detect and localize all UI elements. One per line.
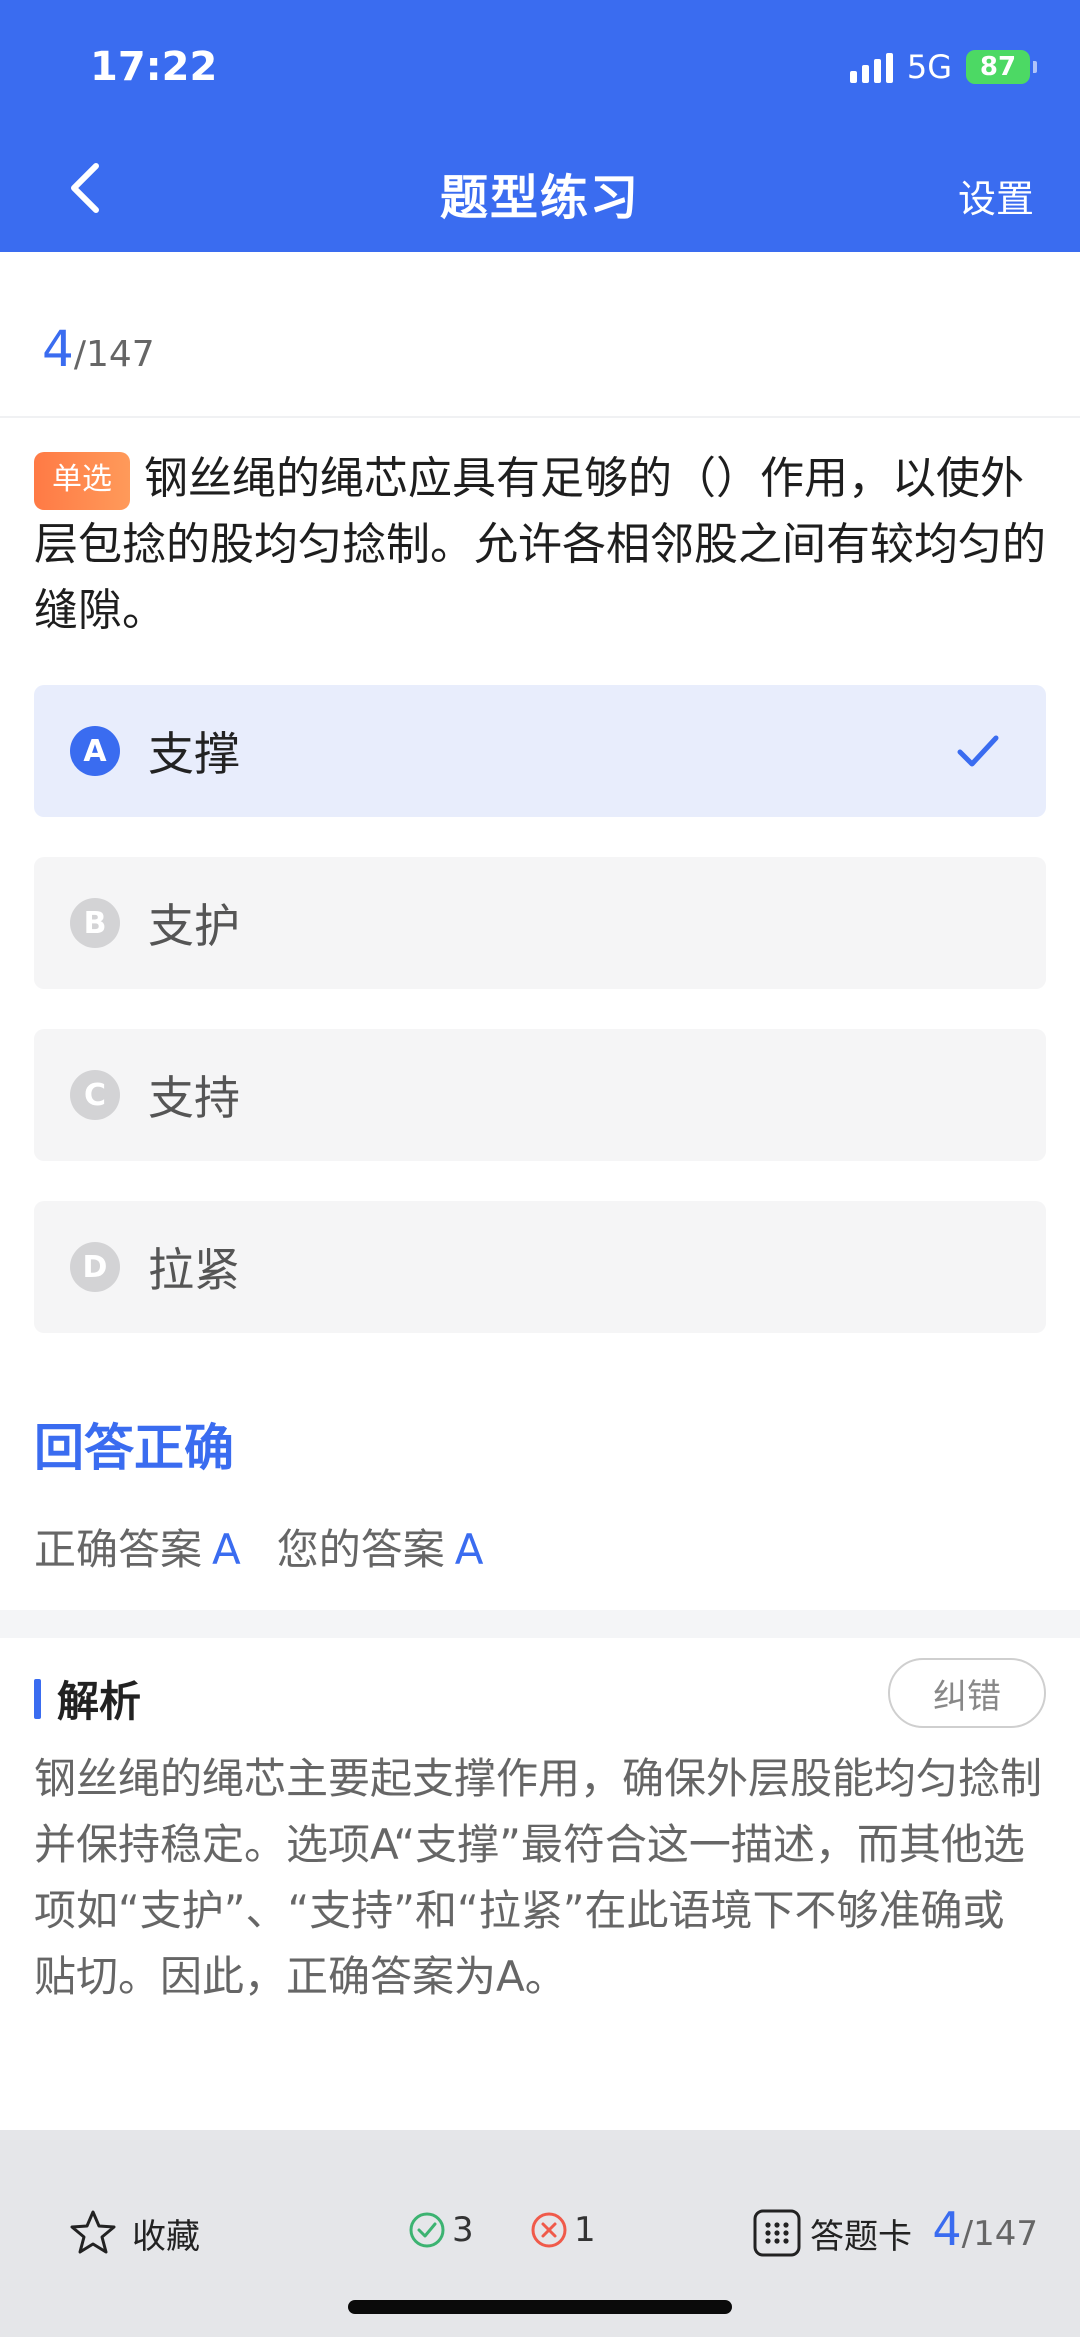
- your-answer-label: 您的答案: [276, 1525, 445, 1574]
- wrong-count: 1: [530, 2210, 596, 2250]
- page-title: 题型练习: [439, 170, 640, 226]
- correct-count-value: 3: [452, 2210, 474, 2250]
- bottom-current-number: 4: [932, 2202, 962, 2256]
- option-letter: A: [70, 726, 120, 776]
- options-list: A 支撑 B 支护 C 支持 D 拉紧: [34, 685, 1046, 1373]
- option-text: 支护: [148, 899, 240, 953]
- option-d[interactable]: D 拉紧: [34, 1201, 1046, 1333]
- bottom-question-counter: 4/147: [932, 2202, 1038, 2256]
- bottom-total: /147: [961, 2214, 1038, 2254]
- question-counter: 4/147: [42, 320, 155, 378]
- favorite-label: 收藏: [132, 2216, 200, 2257]
- option-c[interactable]: C 支持: [34, 1029, 1046, 1161]
- question-type-badge: 单选: [34, 452, 130, 510]
- divider: [0, 416, 1080, 418]
- grid-icon: [753, 2209, 801, 2257]
- current-question-number: 4: [42, 320, 74, 378]
- option-text: 支撑: [148, 727, 240, 781]
- option-text: 拉紧: [148, 1243, 240, 1297]
- battery-level: 87: [979, 52, 1017, 82]
- question-text: 钢丝绳的绳芯应具有足够的（）作用，以使外层包捻的股均匀捻制。允许各相邻股之间有较…: [34, 453, 1046, 636]
- your-answer-value: A: [454, 1525, 484, 1574]
- report-error-button[interactable]: 纠错: [888, 1658, 1046, 1728]
- signal-icon: [849, 51, 893, 83]
- correct-answer-label: 正确答案: [34, 1525, 203, 1574]
- check-circle-icon: [409, 2212, 445, 2248]
- status-indicators: 5G 87: [849, 48, 1037, 86]
- home-indicator[interactable]: [348, 2300, 732, 2314]
- analysis-header: 解析: [34, 1668, 141, 1729]
- answer-card-button[interactable]: 答题卡: [752, 2208, 912, 2258]
- correct-answer-value: A: [212, 1525, 241, 1574]
- app-header: 17:22 5G 87 题型练习 设置: [0, 0, 1080, 252]
- analysis-text: 钢丝绳的绳芯主要起支撑作用，确保外层股能均匀捻制并保持稳定。选项A“支撑”最符合…: [34, 1754, 1043, 2001]
- question-stem: 单选 钢丝绳的绳芯应具有足够的（）作用，以使外层包捻的股均匀捻制。允许各相邻股之间…: [34, 446, 1046, 644]
- correct-count: 3: [408, 2210, 474, 2250]
- wrong-count-value: 1: [574, 2210, 596, 2250]
- total-questions: /147: [73, 334, 155, 375]
- option-letter: B: [70, 898, 120, 948]
- star-icon: [70, 2210, 116, 2254]
- option-letter: C: [70, 1070, 120, 1120]
- section-divider: [0, 1610, 1080, 1638]
- option-a[interactable]: A 支撑: [34, 685, 1046, 817]
- answer-summary: 正确答案 A 您的答案 A: [34, 1516, 484, 1577]
- answer-card-label: 答题卡: [810, 2216, 912, 2257]
- settings-button[interactable]: 设置: [958, 168, 1034, 223]
- option-text: 支持: [148, 1071, 240, 1125]
- check-icon: [957, 735, 999, 767]
- x-circle-icon: [531, 2212, 567, 2248]
- option-b[interactable]: B 支护: [34, 857, 1046, 989]
- network-type: 5G: [906, 48, 952, 86]
- result-title: 回答正确: [34, 1419, 234, 1477]
- favorite-button[interactable]: 收藏: [68, 2208, 200, 2258]
- option-letter: D: [70, 1242, 120, 1292]
- status-time: 17:22: [90, 44, 218, 90]
- battery-icon: 87: [966, 50, 1037, 84]
- accent-bar: [34, 1678, 41, 1719]
- analysis-label: 解析: [57, 1677, 142, 1726]
